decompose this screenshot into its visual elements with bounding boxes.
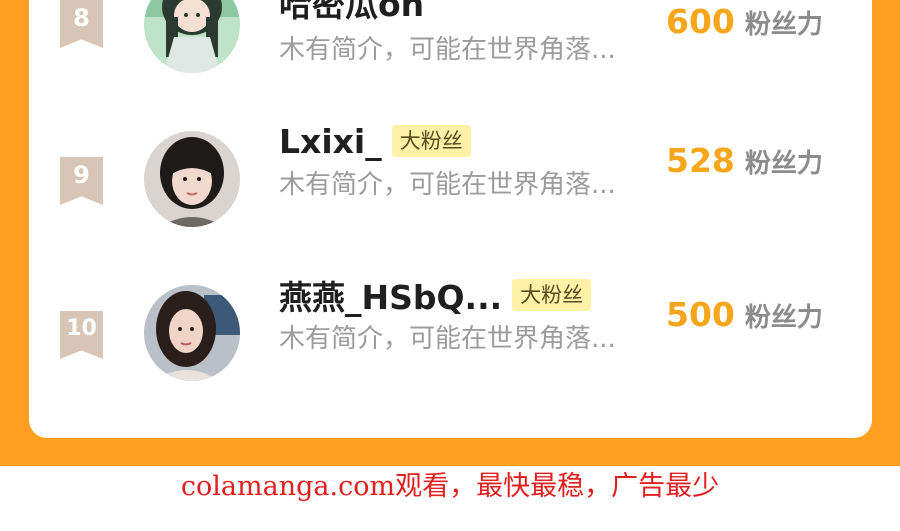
user-bio: 木有简介，可能在世界角落... xyxy=(279,170,616,200)
big-fan-badge: 大粉丝 xyxy=(391,125,471,157)
score-unit: 粉丝力 xyxy=(744,10,823,40)
user-bio: 木有简介，可能在世界角落... xyxy=(279,35,616,65)
avatar[interactable] xyxy=(144,131,240,227)
ranking-row-8[interactable]: 8 哈密瓜on 木有简介，可能在世界角落... 600 粉丝力 xyxy=(29,0,872,82)
username[interactable]: Lxixi_ xyxy=(279,122,382,161)
score-value: 600 xyxy=(666,2,735,41)
username-line: 燕燕_HSbQ... 大粉丝 xyxy=(279,275,592,317)
score-value: 528 xyxy=(666,141,735,180)
ranking-row-9[interactable]: 9 Lxixi_ 大粉丝 木有简介，可能在世界角落... 528 粉丝力 xyxy=(29,122,872,231)
username[interactable]: 哈密瓜on xyxy=(279,0,424,26)
score-unit: 粉丝力 xyxy=(744,303,823,333)
fan-power-score: 528 粉丝力 xyxy=(666,141,823,180)
fan-power-score: 500 粉丝力 xyxy=(666,295,823,334)
username-line: 哈密瓜on xyxy=(279,0,424,24)
rank-badge: 10 xyxy=(60,311,103,359)
ranking-row-10[interactable]: 10 燕燕_HSbQ... 大粉丝 木有简介，可能在世界角落... 500 粉丝… xyxy=(29,278,872,385)
user-bio: 木有简介，可能在世界角落... xyxy=(279,324,616,354)
big-fan-badge: 大粉丝 xyxy=(512,279,592,311)
rank-badge: 9 xyxy=(60,157,103,205)
fan-ranking-card: 8 哈密瓜on 木有简介，可能在世界角落... 600 粉丝力 9 Lxixi_… xyxy=(29,0,872,438)
avatar[interactable] xyxy=(144,285,240,381)
username[interactable]: 燕燕_HSbQ... xyxy=(279,271,502,319)
score-unit: 粉丝力 xyxy=(744,149,823,179)
username-line: Lxixi_ 大粉丝 xyxy=(279,121,471,161)
avatar[interactable] xyxy=(144,0,240,73)
score-value: 500 xyxy=(666,295,735,334)
watermark-footer: colamanga.com观看，最快最稳，广告最少 xyxy=(180,471,720,502)
rank-badge: 8 xyxy=(60,0,103,48)
fan-power-score: 600 粉丝力 xyxy=(666,2,823,41)
